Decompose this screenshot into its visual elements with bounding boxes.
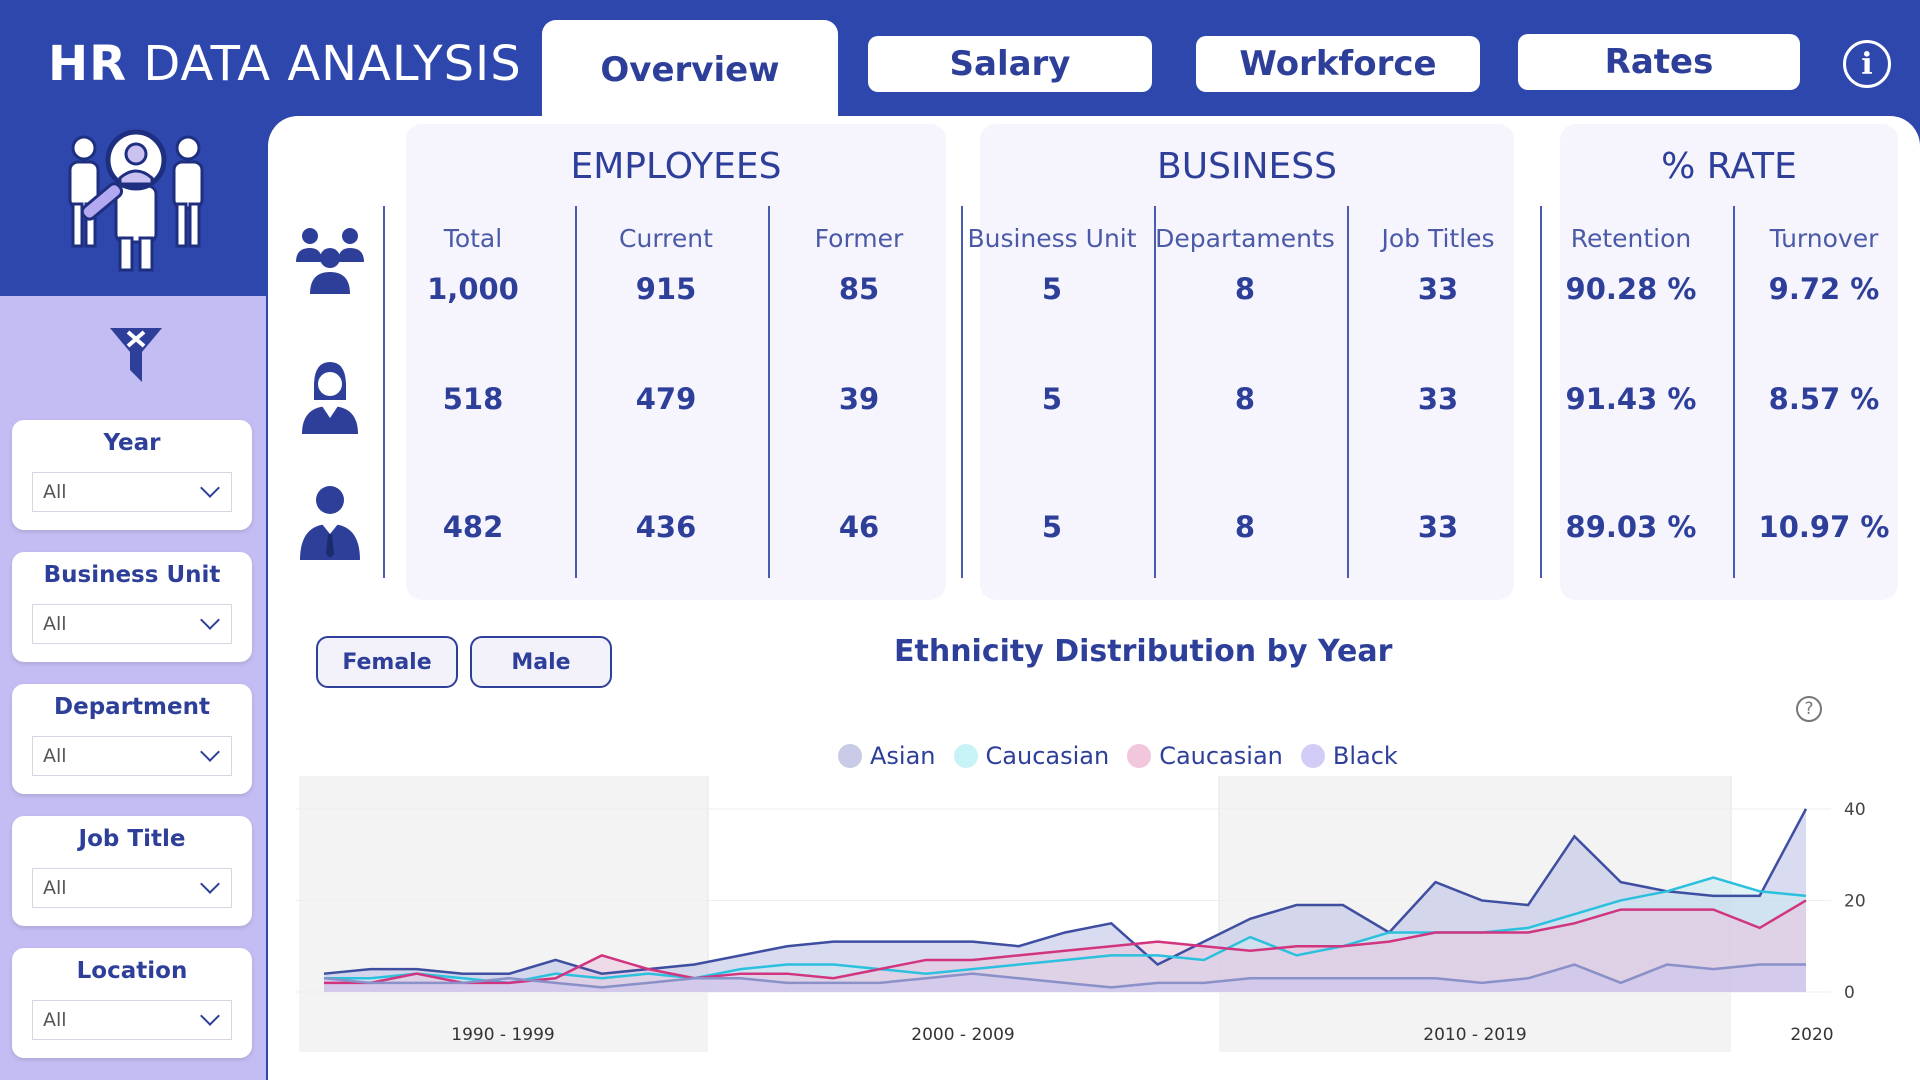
hr-people-search-logo-icon — [68, 129, 204, 272]
job-title-dropdown-value: All — [43, 877, 67, 899]
y-tick-label: 40 — [1844, 800, 1866, 820]
chevron-down-icon — [200, 478, 220, 498]
legend-item-asian[interactable]: Asian — [838, 742, 936, 770]
slicer-job-title: Job Title All — [12, 816, 252, 926]
slicer-location: Location All — [12, 948, 252, 1058]
chevron-down-icon — [200, 1006, 220, 1026]
legend-item-black[interactable]: Black — [1300, 742, 1398, 770]
value-retention: 90.28 % — [1565, 272, 1697, 306]
slicer-business-unit: Business Unit All — [12, 552, 252, 662]
group-icon — [296, 228, 364, 294]
location-dropdown[interactable]: All — [32, 1000, 232, 1040]
tab-rates[interactable]: Rates — [1518, 34, 1800, 90]
col-header-current: Current — [619, 224, 713, 253]
tab-salary[interactable]: Salary — [868, 36, 1152, 92]
chart-title: Ethnicity Distribution by Year — [894, 634, 1393, 669]
value-job-titles: 33 — [1417, 382, 1459, 416]
value-business-unit: 5 — [1041, 510, 1063, 544]
value-departments: 8 — [1234, 272, 1256, 306]
male-icon — [300, 486, 360, 560]
value-business-unit: 5 — [1041, 272, 1063, 306]
value-current: 915 — [635, 272, 697, 306]
chart-legend: Asian Caucasian Caucasian Black — [838, 742, 1398, 770]
legend-item-caucasian[interactable]: Caucasian — [953, 742, 1110, 770]
rate-card-title: % RATE — [1661, 146, 1797, 187]
value-former: 46 — [838, 510, 880, 544]
value-retention: 91.43 % — [1565, 382, 1697, 416]
business-unit-dropdown-value: All — [43, 613, 67, 635]
slicer-business-unit-title: Business Unit — [43, 562, 221, 588]
year-dropdown[interactable]: All — [32, 472, 232, 512]
department-dropdown-value: All — [43, 745, 67, 767]
x-group-label: 2020 — [1790, 1025, 1833, 1045]
value-departments: 8 — [1234, 510, 1256, 544]
slicer-department: Department All — [12, 684, 252, 794]
department-dropdown[interactable]: All — [32, 736, 232, 776]
ethnicity-area-chart: 0 20 40 1990 - 1999 2000 - 2009 2010 - 2019 20… — [296, 776, 1866, 1052]
value-current: 479 — [635, 382, 697, 416]
tab-overview[interactable]: Overview — [542, 20, 838, 120]
x-group-label: 2010 - 2019 — [1423, 1025, 1526, 1045]
female-icon — [302, 362, 358, 434]
location-dropdown-value: All — [43, 1009, 67, 1031]
value-turnover: 9.72 % — [1768, 272, 1880, 306]
chevron-down-icon — [200, 742, 220, 762]
value-turnover: 8.57 % — [1768, 382, 1880, 416]
slicer-year-title: Year — [103, 430, 161, 456]
col-header-business-unit: Business Unit — [967, 224, 1137, 253]
value-current: 436 — [635, 510, 697, 544]
slicer-department-title: Department — [54, 694, 210, 720]
col-header-job-titles: Job Titles — [1381, 224, 1495, 253]
value-departments: 8 — [1234, 382, 1256, 416]
legend-item-caucasian-2[interactable]: Caucasian — [1127, 742, 1283, 770]
value-job-titles: 33 — [1417, 510, 1459, 544]
help-icon[interactable]: ? — [1796, 696, 1822, 722]
slicer-location-title: Location — [76, 958, 188, 984]
year-dropdown-value: All — [43, 481, 67, 503]
app-title: HR DATA ANALYSIS — [48, 36, 522, 92]
value-former: 85 — [838, 272, 880, 306]
business-card-title: BUSINESS — [1157, 146, 1337, 187]
legend-label: Caucasian — [985, 742, 1110, 770]
y-tick-label: 0 — [1844, 983, 1855, 1003]
chevron-down-icon — [200, 874, 220, 894]
value-business-unit: 5 — [1041, 382, 1063, 416]
chevron-down-icon — [200, 610, 220, 630]
col-header-total: Total — [443, 224, 503, 253]
slicer-job-title-title: Job Title — [78, 826, 186, 852]
value-turnover: 10.97 % — [1758, 510, 1890, 544]
info-icon[interactable]: i — [1843, 40, 1891, 88]
value-total: 482 — [442, 510, 504, 544]
job-title-dropdown[interactable]: All — [32, 868, 232, 908]
x-group-label: 1990 - 1999 — [451, 1025, 554, 1045]
legend-label: Asian — [870, 742, 936, 770]
clear-filter-icon[interactable] — [108, 324, 164, 386]
legend-label: Black — [1332, 742, 1398, 770]
col-header-former: Former — [814, 224, 904, 253]
legend-label: Caucasian — [1159, 742, 1283, 770]
legend-marker — [1127, 744, 1152, 768]
col-header-turnover: Turnover — [1769, 224, 1879, 253]
x-group-band — [299, 776, 708, 1052]
employees-card-title: EMPLOYEES — [570, 146, 782, 187]
value-total: 518 — [442, 382, 504, 416]
business-unit-dropdown[interactable]: All — [32, 604, 232, 644]
col-header-retention: Retention — [1570, 224, 1692, 253]
value-retention: 89.03 % — [1565, 510, 1697, 544]
male-button[interactable]: Male — [470, 636, 612, 688]
legend-marker — [1300, 744, 1325, 768]
legend-marker — [838, 744, 862, 768]
tab-workforce[interactable]: Workforce — [1196, 36, 1480, 92]
female-button[interactable]: Female — [316, 636, 458, 688]
slicer-year: Year All — [12, 420, 252, 530]
value-total: 1,000 — [427, 272, 519, 306]
value-former: 39 — [838, 382, 880, 416]
x-group-label: 2000 - 2009 — [911, 1025, 1014, 1045]
y-tick-label: 20 — [1844, 891, 1866, 911]
legend-marker — [953, 744, 978, 768]
col-header-departments: Departaments — [1155, 224, 1335, 253]
value-job-titles: 33 — [1417, 272, 1459, 306]
